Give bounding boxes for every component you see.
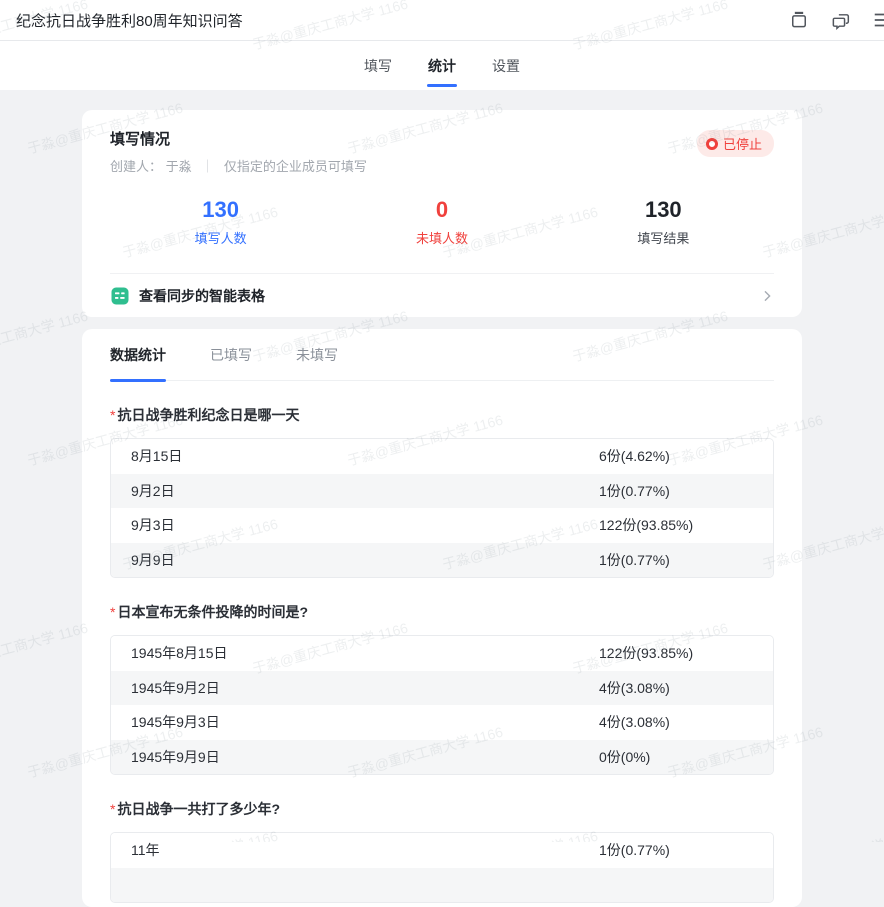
title-bar: 纪念抗日战争胜利80周年知识问答 — [0, 0, 884, 41]
required-asterisk: * — [110, 801, 115, 817]
option-row: 1945年9月2日 4份(3.08%) — [111, 671, 773, 706]
page-content: 填写情况 创建人： 于淼 ｜ 仅指定的企业成员可填写 已停止 130 填写人数 … — [0, 90, 884, 907]
creator-line: 创建人： 于淼 ｜ 仅指定的企业成员可填写 — [110, 156, 367, 175]
status-badge-label: 已停止 — [723, 134, 762, 153]
option-label: 9月3日 — [111, 515, 175, 535]
option-row: 9月9日 1份(0.77%) — [111, 543, 773, 578]
question-title-text: 日本宣布无条件投降的时间是? — [117, 604, 308, 620]
statistics-tab-bar: 数据统计 已填写 未填写 — [110, 329, 774, 381]
question-block: *抗日战争一共打了多少年? 11年 1份(0.77%) — [110, 799, 774, 903]
smart-sheet-icon — [110, 286, 130, 306]
option-count: 1份(0.77%) — [599, 481, 670, 501]
options-table: 11年 1份(0.77%) — [110, 832, 774, 903]
option-label: 8月15日 — [111, 446, 182, 466]
option-row: 9月2日 1份(0.77%) — [111, 474, 773, 509]
questions-list: *抗日战争胜利纪念日是哪一天 8月15日6份(4.62%)9月2日1份(0.77… — [110, 405, 774, 903]
option-label: 1945年9月3日 — [111, 712, 220, 732]
question-title: *日本宣布无条件投降的时间是? — [110, 602, 774, 622]
tab-settings[interactable]: 设置 — [491, 41, 521, 90]
option-count: 4份(3.08%) — [599, 678, 670, 698]
option-row: 9月3日 122份(93.85%) — [111, 508, 773, 543]
question-block: *抗日战争胜利纪念日是哪一天 8月15日 6份(4.62%) 9月2日 1份(0.77… — [110, 405, 774, 578]
options-table: 8月15日 6份(4.62%) 9月2日 1份(0.77%) 9月3日 122份(93.8… — [110, 438, 774, 578]
smart-table-link-label: 查看同步的智能表格 — [139, 286, 760, 306]
options-table: 1945年8月15日 122份(93.85%) 1945年9月2日 4份(3.08%)… — [110, 635, 774, 775]
tab-fill[interactable]: 填写 — [363, 41, 393, 90]
option-row: 1945年9月9日 0份(0%) — [111, 740, 773, 775]
stat-value: 0 — [331, 197, 552, 223]
option-label: 1945年9月9日 — [111, 747, 220, 767]
stats-row: 130 填写人数 0 未填人数 130 填写结果 — [110, 197, 774, 247]
option-label: 9月9日 — [111, 550, 175, 570]
stat-value: 130 — [110, 197, 331, 223]
option-count: 122份(93.85%) — [599, 643, 693, 663]
menu-icon[interactable] — [872, 9, 884, 31]
option-row — [111, 868, 773, 903]
page-title: 纪念抗日战争胜利80周年知识问答 — [16, 10, 243, 31]
option-row: 1945年8月15日 122份(93.85%) — [111, 636, 773, 671]
stat-value: 130 — [553, 197, 774, 223]
option-label: 11年 — [111, 840, 160, 860]
stat-label: 填写结果 — [553, 228, 774, 247]
tab-statistics[interactable]: 统计 — [427, 41, 457, 90]
status-badge: 已停止 — [697, 130, 774, 157]
question-title-text: 抗日战争一共打了多少年? — [117, 801, 280, 817]
option-count: 122份(93.85%) — [599, 515, 693, 535]
printer-icon[interactable] — [788, 9, 810, 31]
option-label: 9月2日 — [111, 481, 175, 501]
stat-unfilled-count: 0 未填人数 — [331, 197, 552, 247]
permission-text: 仅指定的企业成员可填写 — [224, 159, 367, 174]
chevron-right-icon — [760, 289, 774, 303]
option-count: 1份(0.77%) — [599, 550, 670, 570]
option-count: 0份(0%) — [599, 747, 650, 767]
tab-data-statistics[interactable]: 数据统计 — [110, 329, 166, 380]
option-count: 1份(0.77%) — [599, 840, 670, 860]
required-asterisk: * — [110, 407, 115, 423]
question-title: *抗日战争一共打了多少年? — [110, 799, 774, 819]
option-row: 8月15日 6份(4.62%) — [111, 439, 773, 474]
question-title-text: 抗日战争胜利纪念日是哪一天 — [117, 407, 299, 423]
tab-filled[interactable]: 已填写 — [210, 329, 252, 380]
main-tab-bar: 填写 统计 设置 — [0, 41, 884, 90]
option-label: 1945年9月2日 — [111, 678, 220, 698]
question-block: *日本宣布无条件投降的时间是? 1945年8月15日122份(93.85%)19… — [110, 602, 774, 775]
option-count: 6份(4.62%) — [599, 446, 670, 466]
stat-result-count: 130 填写结果 — [553, 197, 774, 247]
stopped-icon — [706, 138, 718, 150]
required-asterisk: * — [110, 604, 115, 620]
comments-icon[interactable] — [830, 9, 852, 31]
stat-filled-count: 130 填写人数 — [110, 197, 331, 247]
question-title: *抗日战争胜利纪念日是哪一天 — [110, 405, 774, 425]
titlebar-icons — [788, 9, 880, 31]
summary-title-block: 填写情况 创建人： 于淼 ｜ 仅指定的企业成员可填写 — [110, 128, 367, 175]
creator-name: 于淼 — [166, 159, 192, 174]
fill-summary-card: 填写情况 创建人： 于淼 ｜ 仅指定的企业成员可填写 已停止 130 填写人数 … — [82, 110, 802, 317]
data-statistics-card: 数据统计 已填写 未填写 *抗日战争胜利纪念日是哪一天 8月15日6份(4.62… — [82, 329, 802, 907]
option-label: 1945年8月15日 — [111, 643, 228, 663]
separator: ｜ — [201, 159, 214, 174]
summary-card-header: 填写情况 创建人： 于淼 ｜ 仅指定的企业成员可填写 已停止 — [110, 128, 774, 175]
stat-label: 未填人数 — [331, 228, 552, 247]
creator-label: 创建人： — [110, 159, 162, 174]
option-row: 11年 1份(0.77%) — [111, 833, 773, 868]
stat-label: 填写人数 — [110, 228, 331, 247]
summary-card-title: 填写情况 — [110, 128, 367, 149]
option-row: 1945年9月3日 4份(3.08%) — [111, 705, 773, 740]
smart-table-link-row[interactable]: 查看同步的智能表格 — [110, 273, 774, 317]
option-count: 4份(3.08%) — [599, 712, 670, 732]
tab-unfilled[interactable]: 未填写 — [296, 329, 338, 380]
